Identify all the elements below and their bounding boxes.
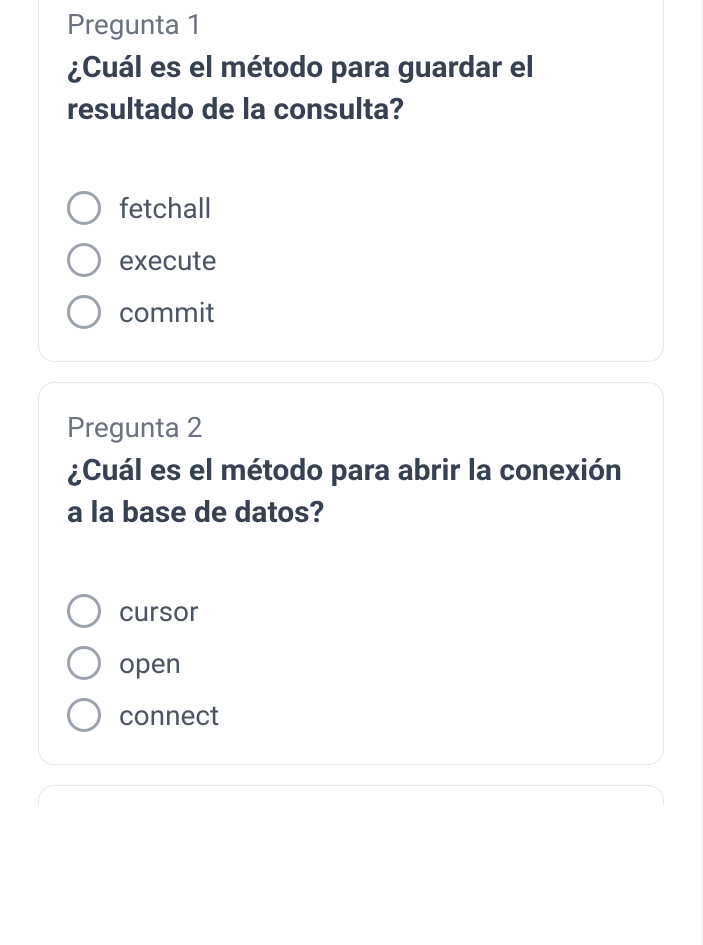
question-title: ¿Cuál es el método para abrir la conexió… <box>67 450 635 534</box>
radio-icon <box>67 594 101 628</box>
option-label: cursor <box>119 595 199 628</box>
next-card-peek <box>38 785 664 805</box>
question-card: Pregunta 2 ¿Cuál es el método para abrir… <box>38 382 664 765</box>
question-title: ¿Cuál es el método para guardar el resul… <box>67 47 635 131</box>
option-connect[interactable]: connect <box>67 698 635 732</box>
options-group: cursor open connect <box>67 594 635 732</box>
option-open[interactable]: open <box>67 646 635 680</box>
radio-icon <box>67 646 101 680</box>
quiz-container: Pregunta 1 ¿Cuál es el método para guard… <box>0 0 703 945</box>
option-fetchall[interactable]: fetchall <box>67 191 635 225</box>
option-label: open <box>119 647 181 680</box>
option-execute[interactable]: execute <box>67 243 635 277</box>
options-group: fetchall execute commit <box>67 191 635 329</box>
option-label: commit <box>119 296 215 329</box>
question-number: Pregunta 2 <box>67 411 635 444</box>
option-label: fetchall <box>119 192 211 225</box>
radio-icon <box>67 698 101 732</box>
question-card: Pregunta 1 ¿Cuál es el método para guard… <box>38 0 664 362</box>
option-label: connect <box>119 699 219 732</box>
radio-icon <box>67 191 101 225</box>
option-cursor[interactable]: cursor <box>67 594 635 628</box>
radio-icon <box>67 243 101 277</box>
radio-icon <box>67 295 101 329</box>
option-commit[interactable]: commit <box>67 295 635 329</box>
question-number: Pregunta 1 <box>67 8 635 41</box>
option-label: execute <box>119 244 216 277</box>
